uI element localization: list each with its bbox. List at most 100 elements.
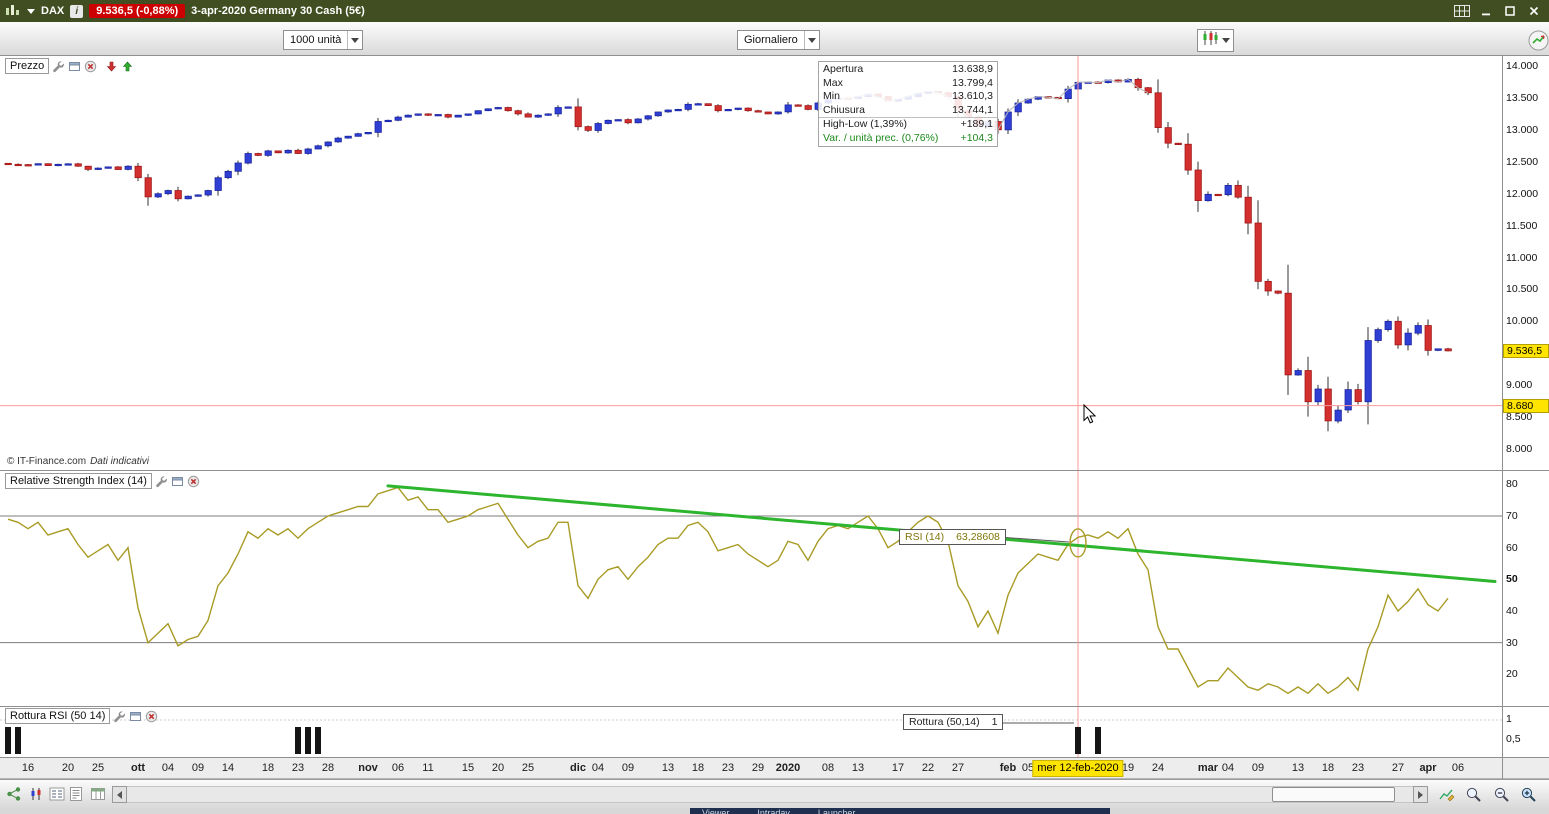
draw-tools-button[interactable] [1437,784,1457,804]
units-dropdown[interactable]: 1000 unità [283,30,364,50]
candle-up [1104,79,1112,83]
current-price-badge: 9.536,5 [1503,344,1549,358]
share-button[interactable] [4,784,24,804]
date-axis-label: 27 [1391,762,1405,774]
chart-display-button[interactable] [26,784,46,804]
candle-down [1304,370,1312,403]
zoom-out-button[interactable] [1491,784,1511,804]
candle-down [1354,389,1362,403]
candle-down [514,110,522,115]
panel-divider[interactable] [0,706,1549,707]
candle-down [1154,92,1162,128]
chart-canvas[interactable] [0,0,1549,814]
minimize-button[interactable] [1478,4,1494,18]
maximize-button[interactable] [1502,4,1518,18]
candle-down [1094,81,1102,84]
candle-up [564,106,572,109]
candle-up [1374,329,1382,341]
date-axis[interactable]: 16 20 25 ott 04 09 14 18 23 28 nov 06 11 15 20 25 dic 04 0… [0,757,1549,779]
candle-up [314,145,322,150]
rottura-bar [315,727,321,754]
rottura-bar [1095,727,1101,754]
wrench-icon[interactable] [155,475,168,488]
date-axis-label: 29 [751,762,765,774]
rsi-value-tag[interactable]: RSI (14) 63,28608 [899,529,1006,545]
candle-down [744,107,752,112]
candle-down [1194,169,1202,201]
date-axis-label: 28 [321,762,335,774]
candle-up [614,119,622,122]
candle-down [274,150,282,154]
candle-up [644,115,652,120]
close-panel-icon[interactable] [187,475,200,488]
grid-icon[interactable] [1454,4,1470,18]
candle-down [444,114,452,118]
candle-up [284,149,292,154]
scrollbar-thumb[interactable] [1272,787,1395,802]
candle-down [1424,325,1432,351]
tooltip-label: High-Low (1,39%) [823,118,908,130]
date-axis-label: 13 [661,762,675,774]
price-panel-label: Prezzo [5,58,50,74]
candle-up [724,109,732,112]
candle-down [1264,281,1272,292]
table-button[interactable] [88,784,108,804]
rottura-tag-label: Rottura (50,14) [909,716,980,728]
taskbar-tab[interactable]: Viewer [702,808,729,814]
candle-up [1124,79,1132,83]
date-axis-label: 04 [591,762,605,774]
date-axis-label: 15 [461,762,475,774]
selected-date-highlight: mer 12-feb-2020 [1032,760,1124,777]
taskbar-tab[interactable]: Intraday [757,808,790,814]
market-trend-icon[interactable] [1528,30,1549,56]
candle-up [1364,340,1372,403]
date-axis-label: 25 [521,762,535,774]
chart-style-button[interactable] [1197,29,1234,52]
date-axis-label: 24 [1151,762,1165,774]
close-button[interactable] [1526,4,1542,18]
wrench-icon[interactable] [113,710,126,723]
chevron-down-icon[interactable] [803,31,819,49]
taskbar-tab[interactable]: Launcher [818,808,856,814]
scroll-right-button[interactable] [1413,786,1428,803]
scrollbar-track[interactable] [127,786,1413,803]
zoom-in-button[interactable] [1518,784,1538,804]
candle-up [604,119,612,124]
report-button[interactable] [66,784,86,804]
chevron-down-icon[interactable] [27,8,35,14]
close-panel-icon[interactable] [84,60,97,73]
candle-up [1404,332,1412,346]
detach-window-icon[interactable] [129,710,142,723]
taskbar-tabs[interactable]: Viewer Intraday Launcher [690,808,1110,814]
rottura-panel-label: Rottura RSI (50 14) [5,708,111,724]
rsi-line [7,486,1449,695]
zoom-area-button[interactable] [1463,784,1483,804]
rottura-axis-label: 0,5 [1506,733,1521,745]
date-axis-label: 13 [851,762,865,774]
detach-window-icon[interactable] [68,60,81,73]
panel-divider[interactable] [0,470,1549,471]
candle-down [254,153,262,156]
timeframe-value: Giornaliero [744,34,798,46]
scroll-left-button[interactable] [112,786,127,803]
sell-arrow-icon[interactable] [105,60,118,73]
timeframe-dropdown[interactable]: Giornaliero [737,30,820,50]
rottura-value-tag[interactable]: Rottura (50,14) 1 [903,714,1004,730]
candle-down [1444,348,1452,352]
chevron-down-icon[interactable] [347,31,362,49]
candle-up [224,170,232,179]
info-icon[interactable]: i [70,4,84,18]
rottura-bar [1075,727,1081,754]
candle-up [264,150,272,156]
close-panel-icon[interactable] [145,710,158,723]
gridlines [0,515,1502,721]
candle-up [684,103,692,110]
candle-up [324,141,332,147]
detach-window-icon[interactable] [171,475,184,488]
buy-arrow-icon[interactable] [121,60,134,73]
rsi-breakout-ellipse[interactable] [1069,528,1087,558]
wrench-icon[interactable] [52,60,65,73]
horizontal-scrollbar[interactable] [112,786,1428,803]
quote-board-button[interactable] [47,784,67,804]
price-panel-header: Prezzo [5,58,134,74]
